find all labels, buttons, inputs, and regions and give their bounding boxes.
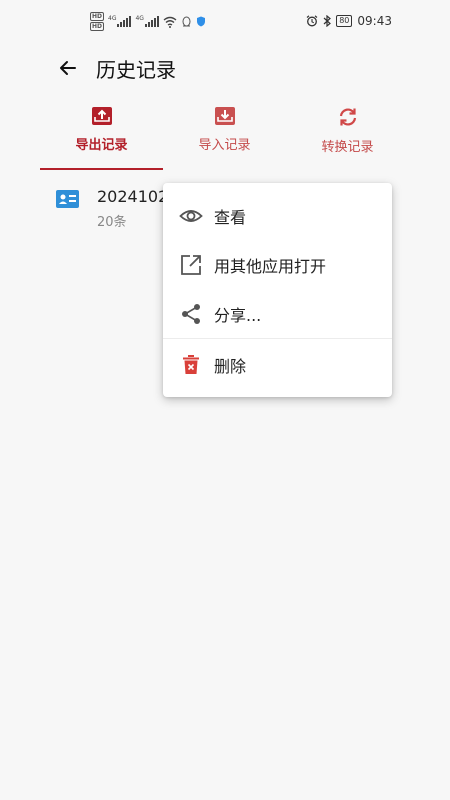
menu-item-view[interactable]: 查看 [163, 192, 392, 240]
open-external-icon [181, 255, 201, 275]
menu-divider [163, 338, 392, 339]
back-button[interactable] [50, 50, 86, 86]
signal-icon: 4G [135, 15, 159, 27]
import-tray-icon [214, 107, 235, 125]
context-menu: 查看 用其他应用打开 分享... 删除 [163, 183, 392, 397]
menu-item-delete[interactable]: 删除 [163, 341, 392, 389]
alarm-icon [306, 15, 318, 27]
tab-label: 转换记录 [321, 140, 374, 155]
trash-icon [183, 355, 199, 374]
eye-icon [179, 210, 203, 222]
battery-icon: 80 [336, 15, 353, 27]
refresh-icon [339, 108, 356, 126]
tab-convert[interactable]: 转换记录 [286, 100, 409, 170]
signal-icon: 4G [108, 15, 132, 27]
tab-label: 导出记录 [75, 138, 128, 153]
status-right: 80 09:43 [306, 14, 392, 28]
arrow-left-icon [60, 61, 76, 75]
qq-icon [182, 16, 191, 26]
tab-export[interactable]: 导出记录 [40, 100, 163, 170]
tab-import[interactable]: 导入记录 [163, 100, 286, 170]
bluetooth-icon [323, 15, 332, 27]
status-time: 09:43 [357, 14, 392, 28]
screen: HD HD 4G 4G 80 09:43 历史记录 导出记录 导入记录 转换记录… [0, 0, 450, 800]
menu-item-open-with[interactable]: 用其他应用打开 [163, 241, 392, 289]
menu-item-share[interactable]: 分享... [163, 290, 392, 338]
menu-label: 分享... [214, 306, 262, 325]
menu-label: 用其他应用打开 [214, 257, 327, 276]
status-bar: HD HD 4G 4G 80 09:43 [0, 0, 450, 44]
menu-label: 删除 [214, 357, 247, 376]
hd-badge: HD [90, 22, 105, 31]
record-count: 20条 [97, 215, 127, 230]
page-title: 历史记录 [96, 57, 176, 82]
hd-indicators: HD HD [90, 12, 105, 31]
status-left: HD HD 4G 4G [90, 12, 206, 31]
signal-label: 4G [135, 15, 144, 22]
contact-card-icon [56, 190, 79, 208]
signal-label: 4G [108, 15, 117, 22]
menu-label: 查看 [214, 208, 247, 227]
wifi-icon [163, 16, 177, 28]
hd-badge: HD [90, 12, 105, 21]
app-header: 历史记录 [0, 44, 450, 92]
record-name: 2024102 [97, 187, 169, 206]
tab-bar: 导出记录 导入记录 转换记录 [40, 100, 410, 170]
shield-icon [196, 16, 205, 27]
share-icon [182, 304, 200, 324]
tab-label: 导入记录 [198, 138, 251, 153]
export-tray-icon [91, 107, 112, 125]
